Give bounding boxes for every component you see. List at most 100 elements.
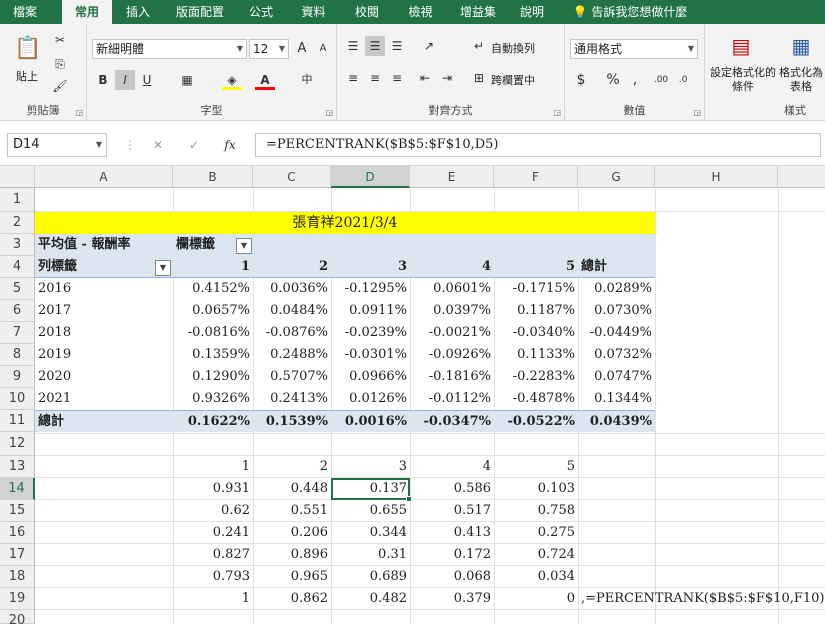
pivot-cell[interactable]: -0.4878% — [494, 388, 578, 409]
total-cell[interactable]: 0.1539% — [253, 411, 331, 432]
column-filter-icon[interactable]: ▼ — [236, 238, 252, 254]
rank-cell[interactable]: 0.172 — [410, 544, 494, 565]
align-middle-icon[interactable]: ☰ — [365, 36, 385, 56]
row-header[interactable]: 7 — [0, 322, 35, 344]
grand-total-label[interactable]: 總計 — [35, 411, 173, 432]
column-header-e[interactable]: E — [410, 166, 494, 188]
pivot-cell[interactable]: 0.0966% — [331, 366, 410, 387]
total-cell[interactable]: -0.0522% — [494, 411, 578, 432]
pivot-row-label[interactable]: 2017 — [35, 300, 173, 321]
row-header[interactable]: 5 — [0, 278, 35, 300]
rank-cell[interactable]: 0.896 — [253, 544, 331, 565]
rank-cell[interactable]: 0.758 — [494, 500, 578, 521]
rank-cell[interactable]: 0.482 — [331, 588, 410, 609]
launcher-icon[interactable]: ◲ — [553, 108, 561, 117]
rank-header-cell[interactable]: 4 — [410, 456, 494, 477]
rank-cell[interactable]: 0.31 — [331, 544, 410, 565]
pivot-cell[interactable]: -0.0021% — [410, 322, 494, 343]
wrap-text-icon[interactable]: ↵ — [469, 36, 489, 56]
align-top-icon[interactable]: ☰ — [343, 36, 363, 56]
pivot-cell[interactable]: -0.0301% — [331, 344, 410, 365]
column-header-f[interactable]: F — [494, 166, 578, 188]
pivot-cell[interactable]: 0.0036% — [253, 278, 331, 299]
pivot-cell[interactable]: 0.0397% — [410, 300, 494, 321]
rank-cell[interactable]: 0.413 — [410, 522, 494, 543]
tab-data[interactable]: 資料 — [286, 0, 341, 24]
pivot-row-label[interactable]: 2021 — [35, 388, 173, 409]
column-header-d[interactable]: D — [331, 166, 410, 188]
cancel-icon[interactable]: ✕ — [148, 135, 168, 155]
rank-cell[interactable]: 0.62 — [173, 500, 253, 521]
tab-file[interactable]: 檔案 — [0, 0, 50, 24]
row-header[interactable]: 4 — [0, 256, 35, 278]
merge-center-icon[interactable]: ⊞ — [469, 68, 489, 88]
rank-cell[interactable]: 0.448 — [253, 478, 331, 499]
shrink-font-icon[interactable]: A — [313, 39, 333, 59]
grow-font-icon[interactable]: A — [292, 39, 312, 59]
tab-page-layout[interactable]: 版面配置 — [164, 0, 236, 24]
row-header-active[interactable]: 14 — [0, 478, 35, 500]
row-header[interactable]: 17 — [0, 544, 35, 566]
rank-cell[interactable]: 0.551 — [253, 500, 331, 521]
increase-decimal-icon[interactable]: .00 — [651, 70, 671, 90]
pivot-cell[interactable]: 0.0601% — [410, 278, 494, 299]
pivot-col-header[interactable]: 5 — [494, 256, 578, 277]
row-header[interactable]: 6 — [0, 300, 35, 322]
row-header[interactable]: 2 — [0, 212, 35, 234]
rank-cell[interactable]: 0.379 — [410, 588, 494, 609]
conditional-formatting-button[interactable]: 設定格式化的條件 — [710, 66, 776, 94]
rank-cell[interactable]: 0.862 — [253, 588, 331, 609]
rank-cell[interactable]: 0.931 — [173, 478, 253, 499]
pivot-cell[interactable]: 0.5707% — [253, 366, 331, 387]
pivot-col-header[interactable]: 4 — [410, 256, 494, 277]
conditional-formatting-icon[interactable]: ▤ — [727, 32, 755, 60]
pivot-cell[interactable]: 0.0126% — [331, 388, 410, 409]
launcher-icon[interactable]: ◲ — [693, 108, 701, 117]
pivot-cell[interactable]: -0.0340% — [494, 322, 578, 343]
tab-review[interactable]: 校閱 — [341, 0, 393, 24]
pivot-cell[interactable]: 0.1290% — [173, 366, 253, 387]
rank-header-cell[interactable]: 3 — [331, 456, 410, 477]
rank-cell[interactable]: 0.655 — [331, 500, 410, 521]
pivot-value-label[interactable]: 平均值 - 報酬率 — [35, 234, 173, 255]
rank-cell[interactable]: 0.344 — [331, 522, 410, 543]
pivot-cell[interactable]: 0.0747% — [578, 366, 655, 387]
row-header[interactable]: 13 — [0, 456, 35, 478]
pivot-cell[interactable]: 0.1344% — [578, 388, 655, 409]
rank-cell[interactable]: 0.034 — [494, 566, 578, 587]
row-header[interactable]: 8 — [0, 344, 35, 366]
column-header-b[interactable]: B — [173, 166, 253, 188]
tab-home[interactable]: 常用 — [62, 0, 112, 24]
grand-total-header[interactable]: 總計 — [578, 256, 655, 277]
pivot-cell[interactable]: 0.4152% — [173, 278, 253, 299]
column-header-c[interactable]: C — [253, 166, 331, 188]
formula-input[interactable]: =PERCENTRANK($B$5:$F$10,D5) — [255, 133, 821, 157]
font-size-combo[interactable]: 12 ▼ — [249, 39, 289, 59]
decrease-decimal-icon[interactable]: .0 — [673, 70, 693, 90]
pivot-cell[interactable]: -0.2283% — [494, 366, 578, 387]
launcher-icon[interactable]: ◲ — [75, 108, 83, 117]
rank-cell[interactable]: 0.827 — [173, 544, 253, 565]
rank-cell[interactable]: 0.275 — [494, 522, 578, 543]
row-header[interactable]: 10 — [0, 388, 35, 410]
font-color-icon[interactable]: A — [255, 70, 275, 90]
select-all-corner[interactable] — [0, 166, 35, 188]
row-header[interactable]: 19 — [0, 588, 35, 610]
pivot-cell[interactable]: 0.9326% — [173, 388, 253, 409]
cut-icon[interactable]: ✂ — [50, 30, 70, 50]
column-header-g[interactable]: G — [578, 166, 655, 188]
underline-button[interactable]: U — [137, 70, 157, 90]
pivot-cell[interactable]: -0.0449% — [578, 322, 655, 343]
pivot-cell[interactable]: -0.0926% — [410, 344, 494, 365]
rank-cell[interactable]: 0.689 — [331, 566, 410, 587]
row-header[interactable]: 20 — [0, 610, 35, 628]
align-right-icon[interactable]: ≡ — [387, 68, 407, 88]
row-header[interactable]: 11 — [0, 410, 35, 432]
borders-icon[interactable]: ▦ — [177, 70, 197, 90]
rank-cell[interactable]: 0.586 — [410, 478, 494, 499]
row-header[interactable]: 9 — [0, 366, 35, 388]
pivot-row-label[interactable]: 2019 — [35, 344, 173, 365]
total-cell[interactable]: 0.0439% — [578, 411, 655, 432]
pivot-cell[interactable]: 0.0484% — [253, 300, 331, 321]
format-as-table-icon[interactable]: ▦ — [787, 32, 815, 60]
